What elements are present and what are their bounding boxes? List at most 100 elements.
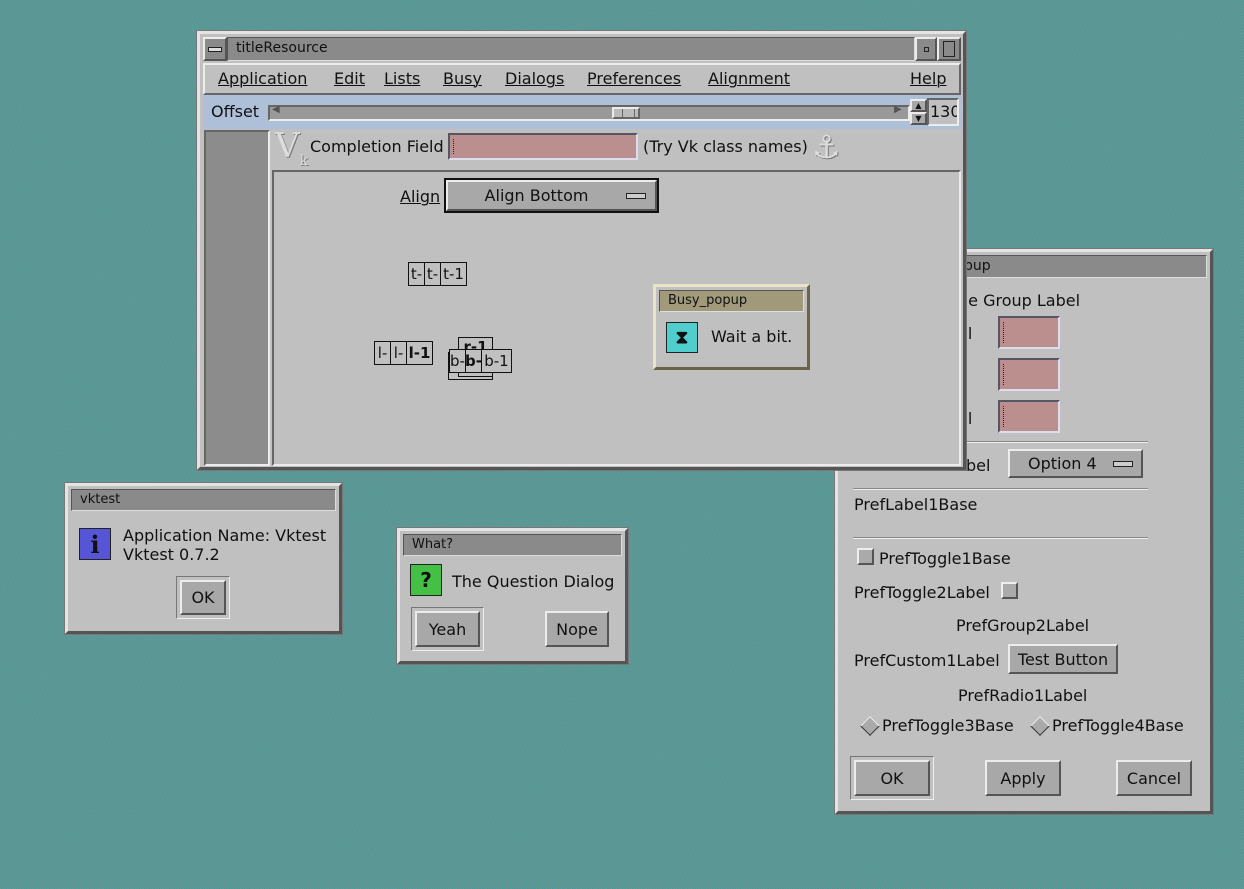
hourglass-icon: ⧗ (666, 322, 698, 353)
about-ok-button[interactable]: OK (180, 580, 226, 615)
maximize-icon (943, 41, 955, 57)
pref-label1: PrefLabel1Base (854, 495, 978, 514)
menu-lists[interactable]: Lists (384, 69, 420, 88)
group-label: he Group Label (958, 291, 1081, 310)
pref-text-field-1[interactable] (998, 316, 1060, 349)
menu-bar (203, 63, 961, 95)
offset-value-field[interactable]: 130 (927, 98, 959, 126)
preferences-title: pup (964, 258, 991, 274)
work-area (272, 170, 961, 466)
apply-button[interactable]: Apply (985, 760, 1061, 796)
scale-right-arrow-icon[interactable]: ▶ (894, 104, 902, 115)
pref-toggle4-label: PrefToggle4Base (1052, 716, 1184, 735)
bottom-box: b- (449, 349, 466, 373)
align-option-menu[interactable]: Align Bottom (446, 180, 657, 211)
menu-edit[interactable]: Edit (334, 69, 365, 88)
bottom-box: b-1 (481, 349, 512, 373)
pref-toggle2-checkbox[interactable] (1001, 582, 1018, 599)
separator (853, 537, 1148, 539)
about-dialog: vktest i Application Name: Vktest Vktest… (65, 483, 342, 634)
menu-alignment[interactable]: Alignment (708, 69, 790, 88)
pref-toggle1-label: PrefToggle1Base (879, 549, 1011, 568)
scale-left-arrow-icon[interactable]: ◀ (272, 104, 280, 115)
pref-toggle1-checkbox[interactable] (857, 548, 874, 565)
offset-value: 130 (930, 102, 959, 121)
option-value: Option 4 (1028, 454, 1097, 473)
pref-toggle2-label: PrefToggle2Label (854, 583, 990, 602)
side-panel (204, 130, 270, 466)
pref-group2-label: PrefGroup2Label (956, 616, 1090, 635)
busy-title: Busy_popup (668, 293, 748, 308)
separator (853, 488, 1148, 490)
about-app-name: Application Name: Vktest (123, 526, 327, 545)
top-box: t- (408, 262, 425, 286)
offset-scale-trough[interactable] (268, 105, 910, 121)
pref-custom1-label: PrefCustom1Label (854, 651, 1000, 670)
completion-hint: (Try Vk class names) (643, 137, 808, 156)
offset-scale-thumb[interactable] (612, 107, 640, 119)
question-title: What? (412, 537, 454, 552)
about-title-bar[interactable]: vktest (71, 489, 336, 511)
yeah-button[interactable]: Yeah (415, 611, 480, 647)
align-value: Align Bottom (484, 186, 589, 205)
window-menu-icon (208, 46, 222, 52)
ok-button[interactable]: OK (854, 760, 930, 796)
left-box: l-1 (406, 341, 433, 365)
completion-label: Completion Field (310, 137, 444, 156)
test-button-label: Test Button (1017, 649, 1109, 669)
pref-text-field-2[interactable] (998, 358, 1060, 391)
busy-popup: Busy_popup ⧗ Wait a bit. (653, 284, 810, 370)
pref-text-field-3[interactable] (998, 400, 1060, 433)
about-title: vktest (80, 492, 121, 507)
top-box: t-1 (440, 262, 467, 286)
option-label: bel (966, 456, 991, 475)
left-box: l- (390, 341, 407, 365)
option-menu[interactable]: Option 4 (1008, 449, 1143, 478)
cancel-button[interactable]: Cancel (1116, 760, 1192, 796)
align-label: Align (400, 187, 441, 206)
ok-label: OK (880, 768, 904, 788)
question-dialog: What? ? The Question Dialog Yeah Nope (397, 528, 628, 664)
bottom-box: b- (465, 349, 482, 373)
nope-button[interactable]: Nope (545, 611, 609, 647)
main-window: titleResource Application Edit Lists Bus… (197, 31, 966, 470)
menu-application[interactable]: Application (218, 69, 307, 88)
completion-field[interactable] (448, 133, 638, 160)
apply-label: Apply (1000, 768, 1046, 788)
nope-label: Nope (556, 619, 598, 639)
anchor-logo-icon: ⚓ (812, 128, 841, 166)
menu-help[interactable]: Help (910, 69, 946, 88)
menu-dialogs[interactable]: Dialogs (505, 69, 564, 88)
main-title: titleResource (236, 40, 328, 56)
question-title-bar[interactable]: What? (403, 534, 622, 556)
minimize-icon (923, 46, 929, 52)
option-indicator-icon (1113, 461, 1133, 467)
minimize-button[interactable] (915, 37, 937, 61)
info-icon: i (79, 528, 111, 560)
about-version: Vktest 0.7.2 (123, 545, 220, 564)
spin-down-button[interactable]: ▼ (910, 112, 927, 125)
window-menu-button[interactable] (203, 37, 227, 61)
menu-preferences[interactable]: Preferences (587, 69, 681, 88)
offset-label: Offset (211, 102, 260, 121)
busy-message: Wait a bit. (711, 327, 793, 346)
test-button[interactable]: Test Button (1008, 644, 1118, 674)
pref-radio1-label: PrefRadio1Label (958, 686, 1088, 705)
left-box: l- (374, 341, 391, 365)
pref-toggle3-label: PrefToggle3Base (882, 716, 1014, 735)
yeah-label: Yeah (428, 619, 467, 639)
maximize-button[interactable] (937, 37, 961, 61)
question-icon: ? (410, 564, 442, 596)
pref-toggle4-radio[interactable] (1030, 716, 1050, 736)
ok-label: OK (191, 588, 215, 607)
top-box: t- (424, 262, 441, 286)
vk-logo-icon: Vk (275, 126, 309, 169)
main-title-bar[interactable]: titleResource (227, 37, 915, 61)
question-message: The Question Dialog (452, 572, 615, 591)
pref-toggle3-radio[interactable] (860, 716, 880, 736)
menu-busy[interactable]: Busy (443, 69, 482, 88)
spin-up-button[interactable]: ▲ (910, 99, 927, 112)
busy-title-bar: Busy_popup (659, 290, 804, 312)
option-indicator-icon (626, 193, 646, 199)
cancel-label: Cancel (1126, 768, 1182, 788)
